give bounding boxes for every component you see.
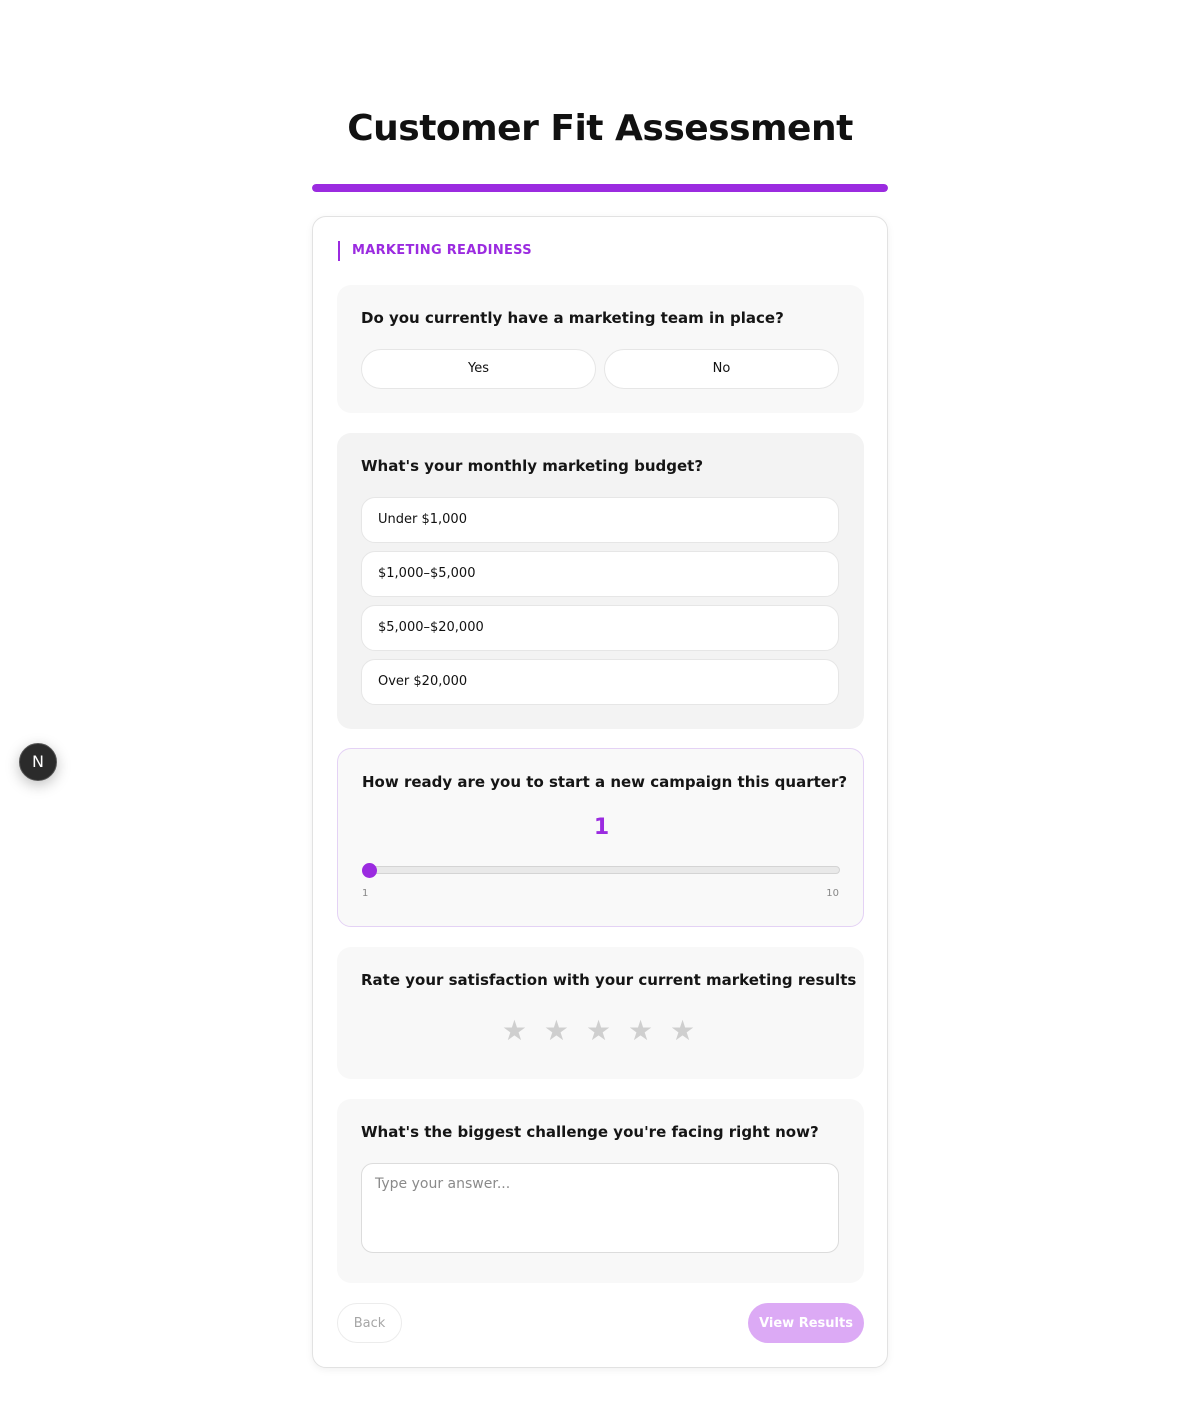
question-marketing-team: Do you currently have a marketing team i… (337, 285, 864, 413)
view-results-button[interactable]: View Results (748, 1303, 864, 1343)
back-button[interactable]: Back (337, 1303, 402, 1343)
slider-min-label: 1 (362, 888, 369, 899)
question-text: What's the biggest challenge you're faci… (361, 1123, 819, 1141)
yes-button[interactable]: Yes (361, 349, 596, 389)
progress-fill (312, 184, 888, 192)
question-satisfaction-rating: Rate your satisfaction with your current… (337, 947, 864, 1079)
readiness-value: 1 (593, 815, 610, 840)
budget-option-1000-5000[interactable]: $1,000–$5,000 (361, 551, 839, 597)
star-icon[interactable]: ★ (670, 1013, 699, 1049)
budget-option-under-1000[interactable]: Under $1,000 (361, 497, 839, 543)
assessment-card: MARKETING READINESS Do you currently hav… (312, 216, 888, 1368)
budget-option-5000-20000[interactable]: $5,000–$20,000 (361, 605, 839, 651)
no-button[interactable]: No (604, 349, 839, 389)
star-icon[interactable]: ★ (544, 1013, 573, 1049)
question-text: Rate your satisfaction with your current… (361, 971, 857, 989)
star-icon[interactable]: ★ (628, 1013, 657, 1049)
readiness-slider-thumb[interactable] (362, 863, 377, 878)
star-icon[interactable]: ★ (502, 1013, 531, 1049)
question-campaign-readiness: How ready are you to start a new campaig… (337, 748, 864, 927)
question-text: What's your monthly marketing budget? (361, 457, 704, 475)
question-marketing-budget: What's your monthly marketing budget? Un… (337, 433, 864, 729)
question-text: Do you currently have a marketing team i… (361, 309, 784, 327)
star-rating: ★ ★ ★ ★ ★ (337, 1013, 864, 1049)
budget-option-over-20000[interactable]: Over $20,000 (361, 659, 839, 705)
section-label: MARKETING READINESS (338, 241, 532, 261)
page: Customer Fit Assessment MARKETING READIN… (0, 0, 1200, 1416)
star-icon[interactable]: ★ (586, 1013, 615, 1049)
page-title: Customer Fit Assessment (347, 108, 853, 149)
readiness-slider-track[interactable] (362, 866, 840, 874)
challenge-answer-input[interactable] (361, 1163, 839, 1253)
dev-tools-badge[interactable]: N (19, 743, 57, 781)
slider-max-label: 10 (826, 888, 839, 899)
progress-bar (312, 184, 888, 192)
question-text: How ready are you to start a new campaig… (362, 773, 848, 791)
question-biggest-challenge: What's the biggest challenge you're faci… (337, 1099, 864, 1283)
